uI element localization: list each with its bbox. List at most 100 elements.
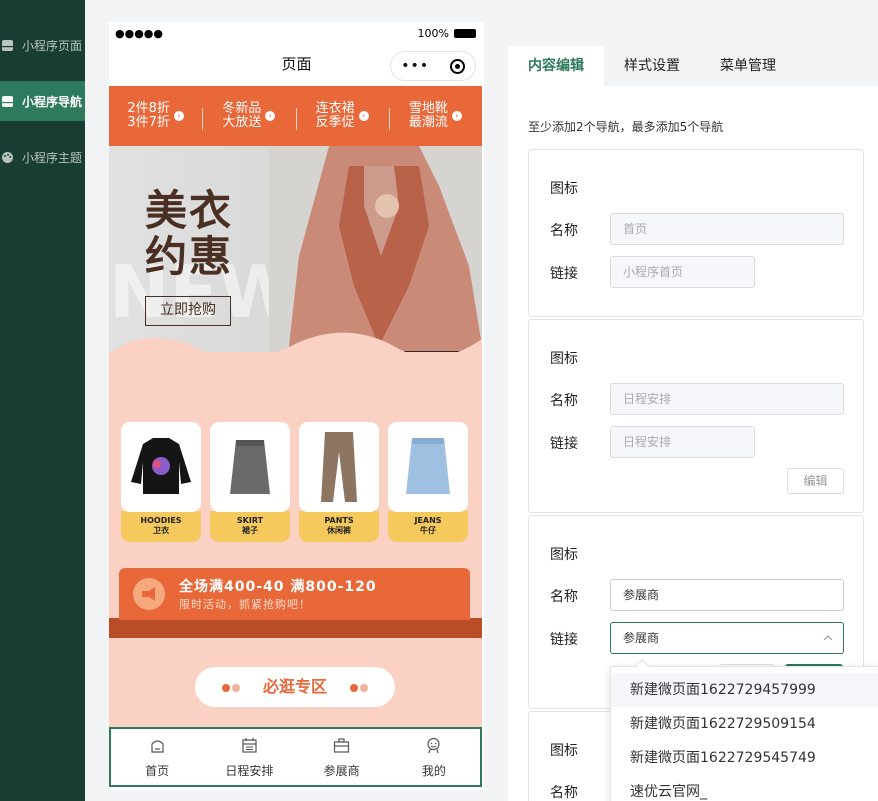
product-image-card — [121, 422, 201, 512]
chevron-up-icon — [823, 635, 833, 641]
link-field[interactable]: 日程安排 — [610, 426, 755, 458]
product-cn: 裙子 — [242, 526, 258, 535]
battery-icon — [454, 29, 476, 38]
link-select[interactable]: 参展商 — [610, 622, 844, 654]
must-visit-section[interactable]: 必逛专区 — [195, 667, 395, 707]
product-cn: 卫衣 — [153, 526, 169, 535]
chevron-right-icon: › — [265, 111, 276, 121]
sidebar-item-label: 小程序页面 — [22, 38, 83, 53]
link-dropdown-menu: 新建微页面1622729457999 新建微页面1622729509154 新建… — [610, 658, 878, 801]
name-field[interactable]: 日程安排 — [610, 383, 844, 415]
tab-label: 日程安排 — [225, 764, 274, 778]
chevron-right-icon: › — [173, 111, 184, 121]
icon-label: 图标 — [550, 743, 578, 759]
tab-content-edit[interactable]: 内容编辑 — [508, 46, 604, 86]
dropdown-option[interactable]: 新建微页面1622729509154 — [611, 707, 878, 741]
tab-mine[interactable]: 我的 — [388, 729, 480, 785]
dropdown-option[interactable]: 新建微页面1622729545749 — [611, 741, 878, 775]
coupon-base — [109, 618, 482, 638]
phone-preview: ●●●●● 100% 页面 ••• 2件8折 3件7折 › 冬新品 大放送 › 连衣裙反… — [109, 22, 484, 790]
product-en: JEANS — [414, 516, 442, 525]
icon-label: 图标 — [550, 351, 578, 367]
promo-item[interactable]: 冬新品 大放送 › — [202, 102, 295, 130]
tab-style-settings[interactable]: 样式设置 — [604, 46, 700, 86]
battery-status: 100% — [418, 27, 476, 40]
status-bar: ●●●●● 100% — [109, 22, 484, 44]
promo-strip: 2件8折 3件7折 › 冬新品 大放送 › 连衣裙 反季促 › 雪地靴 最潮流 › — [109, 86, 482, 146]
promo-line: 连衣裙 — [315, 101, 355, 116]
promo-item[interactable]: 雪地靴 最潮流 › — [388, 102, 482, 130]
icon-label: 图标 — [550, 181, 578, 197]
chevron-right-icon: › — [451, 111, 462, 121]
signal-indicator: ●●●●● — [115, 26, 163, 40]
dropdown-option[interactable]: 新建微页面1622729457999 — [611, 673, 878, 707]
decor-dot — [359, 683, 368, 692]
tab-exhibitors[interactable]: 参展商 — [296, 729, 388, 785]
decor-dot — [349, 683, 358, 692]
close-target-icon[interactable] — [449, 58, 465, 74]
promo-item[interactable]: 2件8折 3件7折 › — [109, 102, 202, 130]
sidebar-item-theme[interactable]: 小程序主题 — [0, 137, 85, 177]
edit-button[interactable]: 编辑 — [787, 468, 844, 494]
hoodie-image — [131, 438, 191, 494]
chevron-right-icon: › — [358, 111, 369, 121]
promo-line: 大放送 — [222, 115, 262, 130]
nav-item-card: 图标 名称 首页 链接 小程序首页 — [528, 149, 864, 317]
name-field[interactable]: 首页 — [610, 213, 844, 245]
sidebar-item-label: 小程序主题 — [22, 150, 83, 165]
promo-item[interactable]: 连衣裙 反季促 › — [295, 101, 389, 130]
sidebar-item-pages[interactable]: 小程序页面 — [0, 25, 85, 65]
link-label: 链接 — [550, 436, 578, 452]
name-field[interactable]: 参展商 — [610, 579, 844, 611]
product-skirt[interactable]: SKIRT 裙子 — [210, 422, 290, 543]
product-tag: SKIRT 裙子 — [210, 511, 290, 542]
cloud-divider — [109, 332, 482, 384]
promo-line: 2件8折 — [127, 101, 170, 116]
product-hoodies[interactable]: HOODIES 卫衣 — [121, 422, 201, 543]
buy-now-button[interactable]: 立即抢购 — [145, 296, 231, 326]
product-jeans[interactable]: JEANS 牛仔 — [388, 422, 468, 543]
panel-tabs: 内容编辑 样式设置 菜单管理 — [508, 46, 796, 86]
product-tag: JEANS 牛仔 — [388, 511, 468, 542]
link-select-value: 参展商 — [623, 631, 660, 645]
product-en: PANTS — [324, 516, 354, 525]
jeans-image — [406, 438, 450, 494]
more-icon[interactable]: ••• — [401, 59, 429, 73]
must-visit-label: 必逛专区 — [262, 677, 327, 696]
tab-menu-management[interactable]: 菜单管理 — [700, 46, 796, 86]
icon-label: 图标 — [550, 547, 578, 563]
sidebar-item-navigation[interactable]: 小程序导航 — [0, 81, 85, 121]
coupon-banner[interactable]: 全场满400-40 满800-120 限时活动，抓紧抢购吧！ — [119, 568, 470, 620]
pants-image — [321, 432, 357, 502]
dropdown-option[interactable]: 速优云官网_ — [611, 775, 878, 801]
product-tag: PANTS 休闲裤 — [299, 511, 379, 542]
navigation-icon — [2, 95, 13, 107]
tab-schedule[interactable]: 日程安排 — [203, 729, 295, 785]
link-field[interactable]: 小程序首页 — [610, 256, 755, 288]
palette-icon — [2, 151, 13, 163]
sidebar: 小程序页面 小程序导航 小程序主题 — [0, 0, 85, 801]
coupon-sub-text: 限时活动，抓紧抢购吧！ — [179, 598, 311, 611]
tab-label: 首页 — [145, 764, 170, 778]
battery-percent: 100% — [417, 26, 449, 40]
product-tag: HOODIES 卫衣 — [121, 511, 201, 542]
name-label: 名称 — [550, 393, 578, 409]
promo-line: 冬新品 — [222, 101, 262, 116]
tab-label: 我的 — [421, 764, 446, 778]
product-en: HOODIES — [140, 516, 182, 525]
mini-program-capsule: ••• — [390, 51, 476, 81]
product-pants[interactable]: PANTS 休闲裤 — [299, 422, 379, 543]
product-en: SKIRT — [236, 516, 264, 525]
nav-title-bar: 页面 ••• — [109, 44, 484, 84]
hero-title-line: 美衣 — [145, 186, 234, 235]
tab-home[interactable]: 首页 — [111, 729, 203, 785]
coupon-main-text: 全场满400-40 满800-120 — [179, 579, 377, 595]
name-label: 名称 — [550, 223, 578, 239]
decor-dot — [222, 683, 231, 692]
hero-title-line: 约惠 — [145, 232, 234, 281]
name-label: 名称 — [550, 589, 578, 605]
megaphone-icon — [133, 578, 165, 610]
pink-section — [109, 332, 482, 782]
tab-label: 参展商 — [323, 764, 360, 778]
page-title: 页面 — [281, 55, 312, 73]
